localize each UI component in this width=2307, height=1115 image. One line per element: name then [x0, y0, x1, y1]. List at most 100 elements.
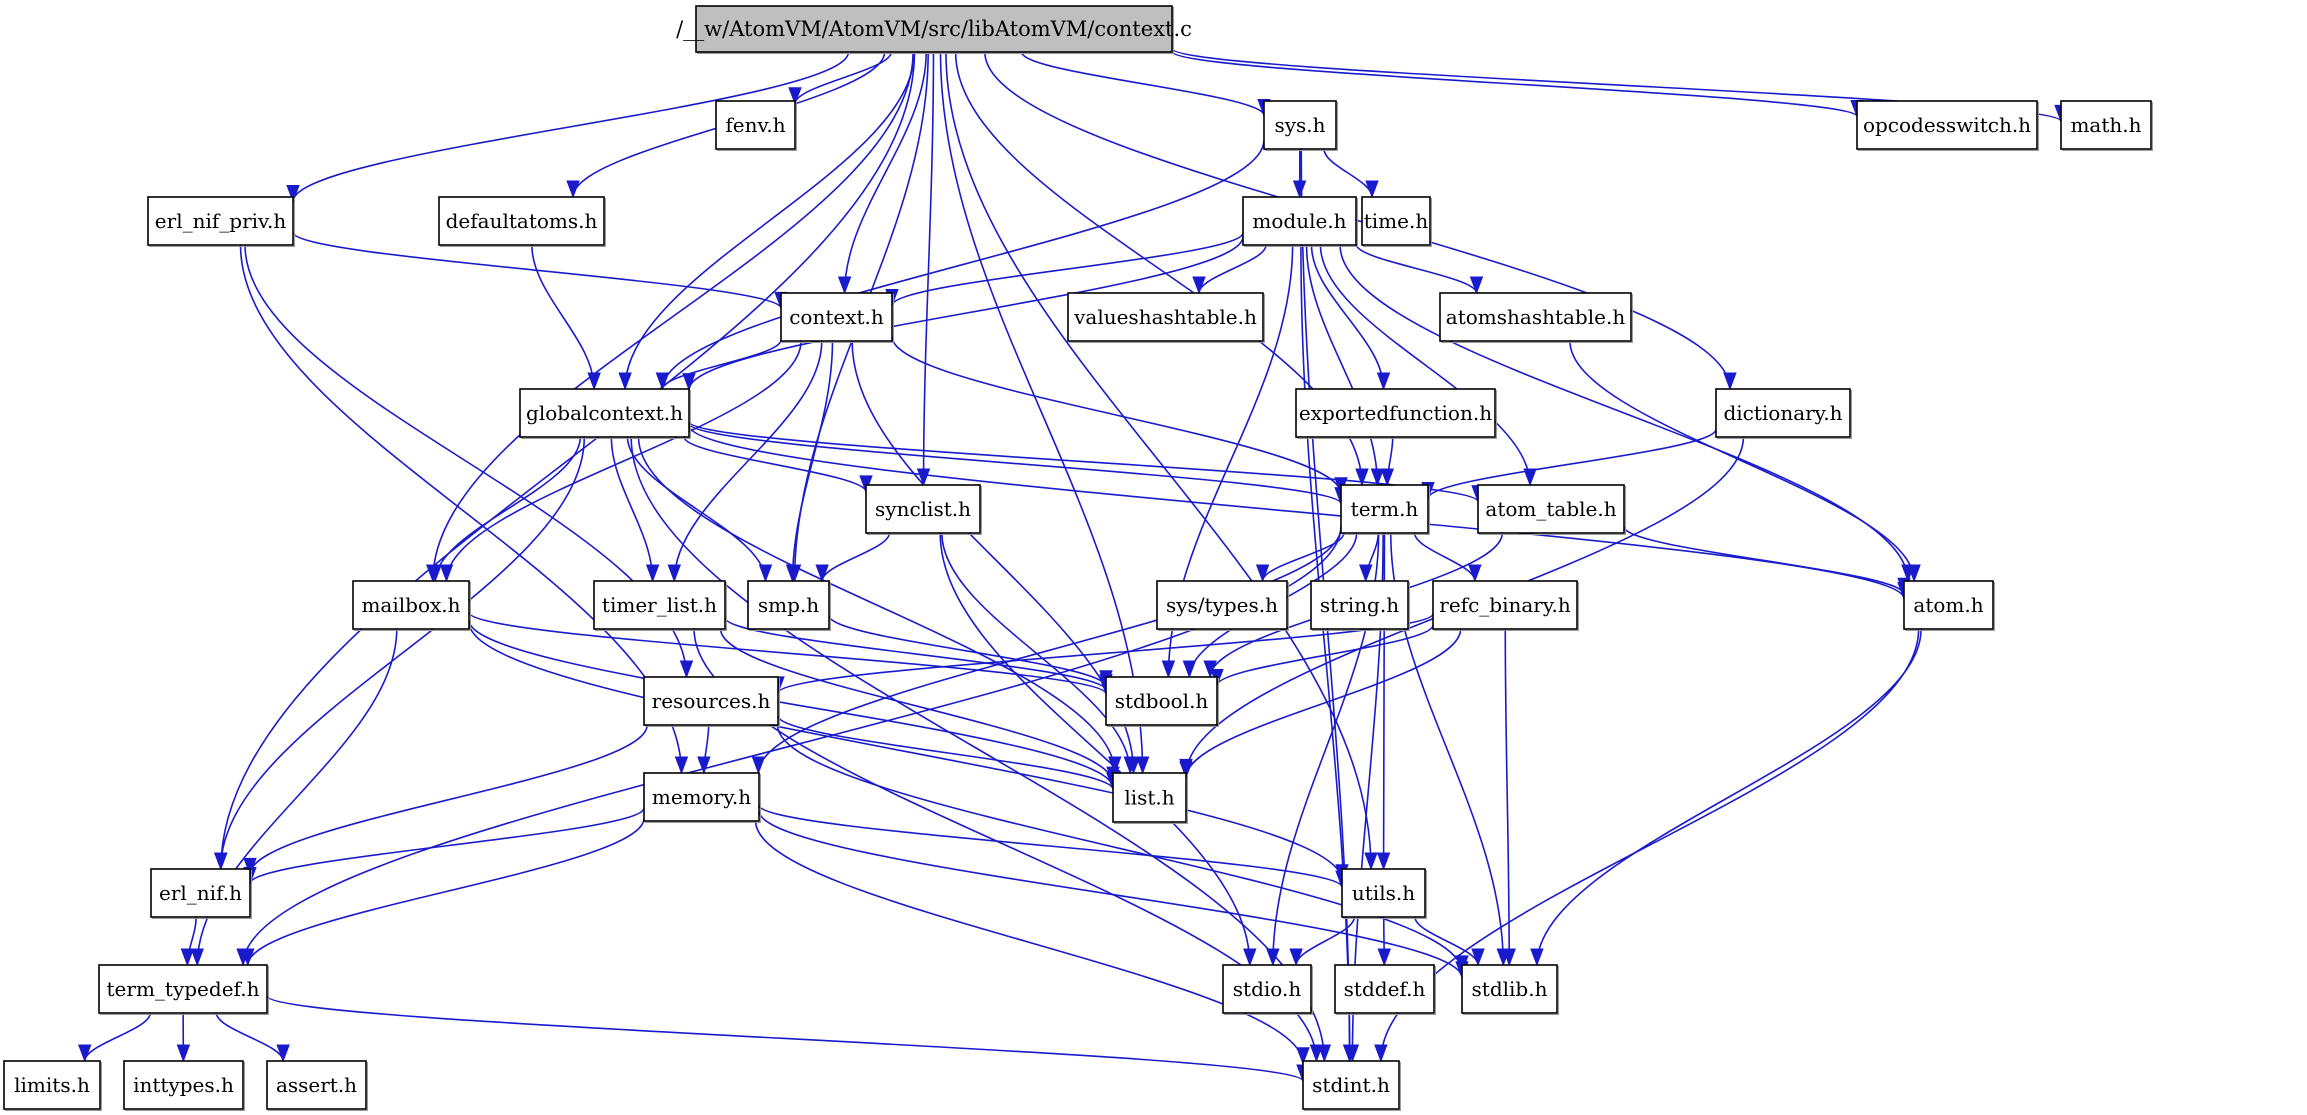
arrowhead-context-to-globalcontext: [655, 372, 670, 391]
node-label: stdint.h: [1312, 1073, 1390, 1097]
node-label: term_typedef.h: [107, 977, 260, 1001]
node-defaultatoms[interactable]: defaultatoms.h: [438, 196, 606, 247]
edge-utils-to-stdlib: [1414, 916, 1479, 966]
arrowhead-module-to-stdbool: [1161, 660, 1176, 679]
edge-memory-to-stdint: [754, 820, 1304, 1064]
root-file-node[interactable]: /__w/AtomVM/AtomVM/src/libAtomVM/context…: [676, 5, 1192, 54]
node-label: fenv.h: [725, 113, 785, 137]
arrowhead-erl_nif-to-term_typedef: [180, 948, 195, 967]
node-stddef[interactable]: stddef.h: [1334, 964, 1436, 1015]
node-stdlib[interactable]: stdlib.h: [1461, 964, 1559, 1015]
node-label: math.h: [2070, 113, 2141, 137]
node-atom[interactable]: atom.h: [1903, 580, 1995, 631]
node-module[interactable]: module.h: [1242, 196, 1358, 247]
arrowhead-term-to-memory: [751, 756, 766, 775]
node-atomshashtable[interactable]: atomshashtable.h: [1439, 292, 1633, 343]
node-atom-table[interactable]: atom_table.h: [1477, 484, 1626, 535]
arrowhead-atom-to-stdint: [1374, 1044, 1388, 1063]
node-label: atom.h: [1913, 593, 1983, 617]
node-limits[interactable]: limits.h: [3, 1060, 102, 1111]
node-dictionary[interactable]: dictionary.h: [1715, 388, 1852, 439]
node-stdbool[interactable]: stdbool.h: [1105, 676, 1219, 727]
node-string[interactable]: string.h: [1310, 580, 1410, 631]
edge-memory-to-erl_nif: [249, 807, 645, 884]
node-label: smp.h: [758, 593, 819, 617]
node-smp[interactable]: smp.h: [747, 580, 831, 631]
edge-atomshashtable-to-atom: [1569, 340, 1915, 582]
include-dependency-graph: /__w/AtomVM/AtomVM/src/libAtomVM/context…: [3, 5, 2153, 1111]
edge-root-to-utils: [945, 51, 1372, 870]
node-globalcontext[interactable]: globalcontext.h: [519, 388, 691, 439]
node-utils[interactable]: utils.h: [1341, 868, 1427, 919]
node-term-typedef[interactable]: term_typedef.h: [98, 964, 269, 1015]
node-label: synclist.h: [875, 497, 971, 521]
node-fenv[interactable]: fenv.h: [715, 100, 797, 151]
edge-module-to-term: [1305, 244, 1379, 486]
node-label: term.h: [1351, 497, 1419, 521]
node-stdint[interactable]: stdint.h: [1302, 1060, 1401, 1111]
node-label: sys/types.h: [1166, 593, 1278, 617]
node-label: atomshashtable.h: [1446, 305, 1626, 329]
node-label: globalcontext.h: [526, 401, 683, 425]
node-label: utils.h: [1352, 881, 1415, 905]
node-memory[interactable]: memory.h: [643, 772, 761, 823]
node-math[interactable]: math.h: [2060, 100, 2153, 151]
node-assert[interactable]: assert.h: [266, 1060, 368, 1111]
node-label: stdbool.h: [1115, 689, 1209, 713]
node-mailbox[interactable]: mailbox.h: [352, 580, 471, 631]
node-label: dictionary.h: [1723, 401, 1842, 425]
node-label: memory.h: [652, 785, 751, 809]
node-label: string.h: [1320, 593, 1399, 617]
node-label: mailbox.h: [361, 593, 460, 617]
arrowhead-term-to-string: [1359, 564, 1373, 583]
node-label: module.h: [1252, 209, 1346, 233]
node-timer-list[interactable]: timer_list.h: [593, 580, 727, 631]
edge-resources-to-list: [777, 715, 1114, 790]
node-time[interactable]: time.h: [1361, 196, 1432, 247]
node-label: stdio.h: [1233, 977, 1302, 1001]
arrowhead-utils-to-stddef: [1377, 948, 1391, 967]
node-synclist[interactable]: synclist.h: [865, 484, 982, 535]
node-list[interactable]: list.h: [1112, 772, 1188, 824]
node-label: defaultatoms.h: [446, 209, 598, 233]
node-opcodesswitch[interactable]: opcodesswitch.h: [1856, 100, 2039, 151]
edge-defaultatoms-to-globalcontext: [531, 244, 595, 390]
node-sys-types[interactable]: sys/types.h: [1156, 580, 1289, 631]
edge-root-to-sys: [1020, 51, 1265, 116]
node-label: context.h: [789, 305, 884, 329]
node-refc-binary[interactable]: refc_binary.h: [1432, 580, 1579, 631]
node-context[interactable]: context.h: [780, 292, 894, 343]
node-term[interactable]: term.h: [1340, 484, 1430, 535]
nodes-layer: /__w/AtomVM/AtomVM/src/libAtomVM/context…: [3, 5, 2153, 1111]
node-inttypes[interactable]: inttypes.h: [123, 1060, 245, 1111]
arrowhead-timer_list-to-stdint: [1309, 1044, 1324, 1063]
edge-context-to-list: [851, 340, 1135, 774]
node-erl-nif[interactable]: erl_nif.h: [150, 868, 252, 919]
node-stdio[interactable]: stdio.h: [1222, 964, 1313, 1015]
node-resources[interactable]: resources.h: [643, 676, 780, 727]
arrowhead-globalcontext-to-smp: [758, 564, 773, 583]
edge-root-to-context: [843, 51, 928, 294]
arrowhead-term_typedef-to-inttypes: [176, 1044, 191, 1063]
arrowhead-term-to-stdio: [1266, 948, 1280, 967]
arrowhead-root-to-context: [837, 276, 852, 295]
node-erl-nif-priv[interactable]: erl_nif_priv.h: [147, 196, 295, 247]
edge-erl_nif_priv-to-memory: [239, 244, 683, 774]
arrowhead-atom-to-stdlib: [1530, 948, 1544, 967]
arrowhead-context-to-mailbox: [439, 564, 454, 583]
node-exportedfunction[interactable]: exportedfunction.h: [1295, 388, 1497, 439]
arrowhead-term-to-utils: [1376, 852, 1391, 871]
node-label: inttypes.h: [133, 1073, 234, 1097]
node-valueshashtable[interactable]: valueshashtable.h: [1067, 292, 1265, 343]
node-label: list.h: [1124, 786, 1174, 810]
edge-atom-to-stdlib: [1536, 628, 1922, 966]
node-sys[interactable]: sys.h: [1263, 100, 1338, 151]
node-label: erl_nif.h: [159, 881, 242, 905]
edge-globalcontext-to-timer_list: [610, 436, 654, 582]
arrowhead-term-to-stdbool: [1182, 660, 1197, 679]
edge-memory-to-utils: [758, 804, 1343, 888]
arrowhead-root-to-synclist: [916, 468, 931, 487]
node-label: opcodesswitch.h: [1863, 113, 2031, 137]
node-label: time.h: [1364, 209, 1429, 233]
arrowhead-context-to-timer_list: [667, 564, 681, 583]
